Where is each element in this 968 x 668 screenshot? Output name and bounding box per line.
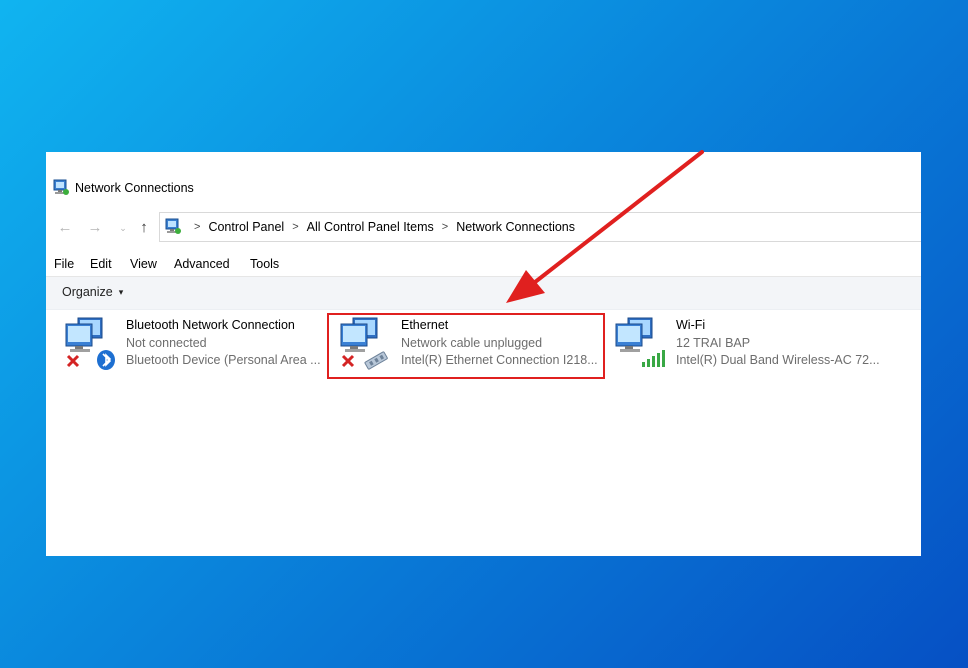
breadcrumb-control-panel[interactable]: Control Panel: [208, 220, 284, 234]
network-connections-icon: [53, 179, 69, 195]
connection-status: Not connected: [126, 336, 207, 350]
forward-arrow-icon[interactable]: →: [86, 219, 104, 237]
connection-device: Bluetooth Device (Personal Area ...: [126, 353, 321, 367]
organize-button[interactable]: Organize ▾: [62, 285, 123, 299]
menu-view[interactable]: View: [130, 257, 157, 271]
back-arrow-icon[interactable]: ←: [56, 219, 74, 237]
ethernet-network-icon: [340, 317, 388, 370]
breadcrumb-network-connections[interactable]: Network Connections: [456, 220, 575, 234]
connection-device: Intel(R) Dual Band Wireless-AC 72...: [676, 353, 880, 367]
connection-item-bluetooth[interactable]: Bluetooth Network Connection Not connect…: [52, 310, 326, 380]
organize-label: Organize: [62, 285, 113, 299]
connection-status: 12 TRAI BAP: [676, 336, 751, 350]
chevron-right-icon[interactable]: >: [442, 221, 448, 233]
connection-name: Bluetooth Network Connection: [126, 318, 295, 332]
up-arrow-icon[interactable]: ↑: [135, 219, 153, 237]
connection-item-ethernet[interactable]: Ethernet Network cable unplugged Intel(R…: [327, 310, 605, 380]
address-bar[interactable]: > Control Panel > All Control Panel Item…: [159, 212, 921, 242]
window-title: Network Connections: [75, 181, 194, 195]
menu-advanced[interactable]: Advanced: [174, 257, 230, 271]
title-bar: Network Connections: [46, 176, 921, 200]
connection-item-wifi[interactable]: Wi-Fi 12 TRAI BAP Intel(R) Dual Band Wir…: [602, 310, 902, 380]
menu-edit[interactable]: Edit: [90, 257, 112, 271]
caret-down-icon: ▾: [118, 287, 124, 297]
control-panel-icon: [165, 218, 181, 234]
network-connections-window: Network Connections ← → ⌄ ↑ > Control Pa…: [46, 152, 921, 556]
wifi-network-icon: [615, 317, 665, 367]
connection-name: Ethernet: [401, 318, 449, 332]
connection-device: Intel(R) Ethernet Connection I218...: [401, 353, 598, 367]
breadcrumb: > Control Panel > All Control Panel Item…: [186, 220, 575, 234]
menu-bar: File Edit View Advanced Tools: [46, 255, 921, 275]
connection-status: Network cable unplugged: [401, 336, 543, 350]
breadcrumb-all-items[interactable]: All Control Panel Items: [307, 220, 434, 234]
bluetooth-network-icon: [65, 317, 115, 370]
connection-name: Wi-Fi: [676, 318, 706, 332]
menu-file[interactable]: File: [54, 257, 74, 271]
command-bar: Organize ▾: [46, 276, 921, 310]
chevron-down-icon[interactable]: ⌄: [114, 219, 132, 237]
chevron-right-icon[interactable]: >: [194, 221, 200, 233]
chevron-right-icon[interactable]: >: [292, 221, 298, 233]
address-row: ← → ⌄ ↑ > Control Panel > All Control Pa…: [46, 212, 921, 244]
menu-tools[interactable]: Tools: [250, 257, 279, 271]
